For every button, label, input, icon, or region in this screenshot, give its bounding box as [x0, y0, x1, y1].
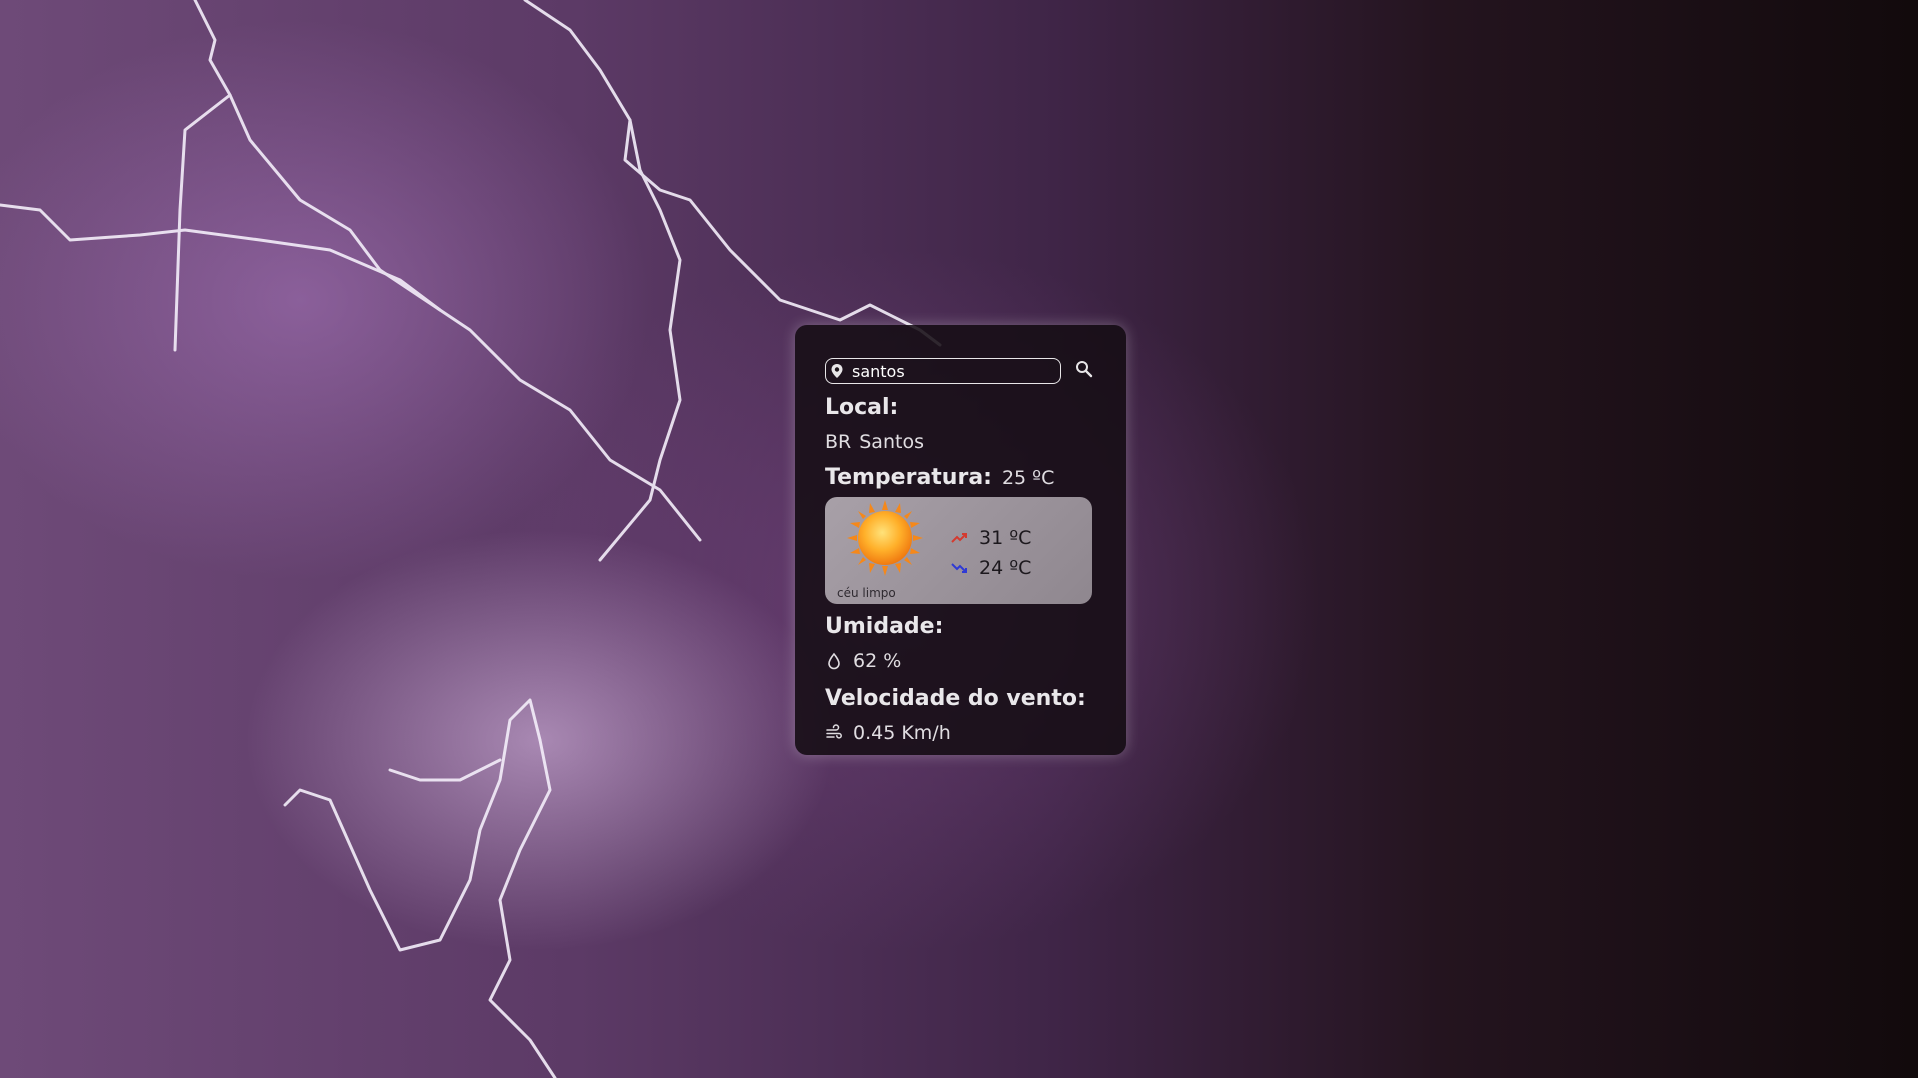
wind-label: Velocidade do vento: [825, 686, 1086, 711]
humidity-row: 62 % [825, 646, 1096, 676]
search-button[interactable] [1074, 361, 1094, 381]
droplet-icon [825, 652, 843, 670]
wind-value: 0.45 Km/h [853, 722, 951, 744]
search-row [825, 357, 1096, 385]
weather-card: Local: BR Santos Temperatura: 25 ºC [795, 325, 1126, 755]
trend-down-icon [951, 553, 979, 583]
wind-row: 0.45 Km/h [825, 718, 1096, 748]
min-temperature: 24 ºC [979, 557, 1032, 579]
country-code: BR [825, 431, 852, 453]
sun-icon [847, 500, 923, 576]
max-temperature: 31 ºC [979, 527, 1032, 549]
min-temperature-row: 24 ºC [951, 553, 1031, 583]
wind-icon [825, 724, 843, 742]
temperature-label: Temperatura: [825, 465, 992, 490]
weather-summary-box: 31 ºC 24 ºC céu limpo [825, 497, 1092, 604]
location-value: BR Santos [825, 427, 1096, 457]
search-icon [1075, 360, 1093, 382]
location-label: Local: [825, 395, 899, 420]
search-box[interactable] [825, 358, 1061, 384]
trend-up-icon [951, 523, 979, 553]
city-name: Santos [859, 431, 924, 453]
weather-description: céu limpo [837, 586, 896, 600]
humidity-value: 62 % [853, 650, 902, 672]
temperature-value: 25 ºC [1001, 467, 1055, 489]
max-temperature-row: 31 ºC [951, 523, 1031, 553]
min-max-temperatures: 31 ºC 24 ºC [951, 523, 1031, 583]
search-input[interactable] [852, 361, 1042, 381]
humidity-label: Umidade: [825, 614, 944, 639]
temperature-row: Temperatura: 25 ºC [825, 463, 1096, 493]
location-pin-icon [830, 363, 844, 379]
